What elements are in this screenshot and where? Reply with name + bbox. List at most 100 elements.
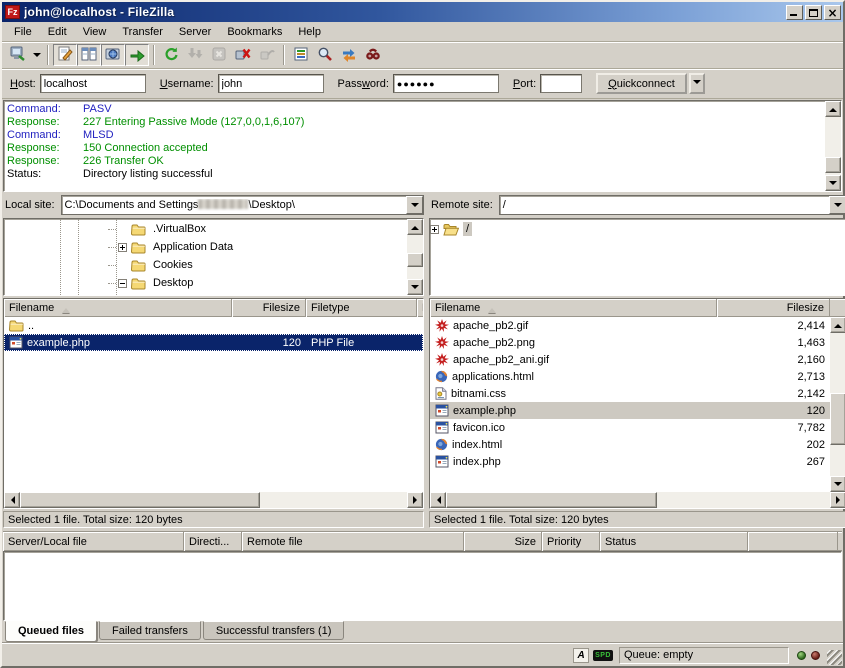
local-horizontal-scrollbar[interactable] xyxy=(4,492,423,508)
remote-path-combobox[interactable]: / xyxy=(499,195,845,215)
file-row-example-php[interactable]: example.php120PHP File1 xyxy=(4,334,423,351)
scroll-track[interactable] xyxy=(446,492,830,508)
queue-column-size[interactable]: Size xyxy=(464,532,542,551)
queue-column-directi[interactable]: Directi... xyxy=(184,532,242,551)
scroll-left-button[interactable] xyxy=(430,492,446,508)
expand-plus-icon[interactable] xyxy=(430,225,439,234)
scroll-right-button[interactable] xyxy=(407,492,423,508)
minimize-button[interactable] xyxy=(786,5,803,20)
directory-filters-button[interactable] xyxy=(289,44,313,66)
file-row-[interactable]: .. xyxy=(4,317,423,334)
site-manager-dropdown-button[interactable] xyxy=(30,44,43,66)
scroll-down-button[interactable] xyxy=(830,476,845,492)
scroll-track[interactable] xyxy=(830,333,845,476)
file-row-example-php[interactable]: example.php120 xyxy=(430,402,830,419)
scroll-thumb[interactable] xyxy=(830,393,845,445)
refresh-button[interactable] xyxy=(159,44,183,66)
tree-item-application-data[interactable]: Application Data xyxy=(4,238,407,256)
file-row-index-php[interactable]: index.php267 xyxy=(430,453,830,470)
column-header-filesize[interactable]: Filesize xyxy=(717,299,830,317)
scroll-up-button[interactable] xyxy=(407,219,423,235)
tree-item-cookies[interactable]: Cookies xyxy=(4,256,407,274)
scroll-thumb[interactable] xyxy=(825,157,841,173)
column-header-filename[interactable]: Filename xyxy=(4,299,232,317)
quickconnect-bar: Host: Username: Password: Port: Quickcon… xyxy=(2,69,843,99)
scroll-left-button[interactable] xyxy=(4,492,20,508)
menu-item-bookmarks[interactable]: Bookmarks xyxy=(219,24,290,40)
scroll-thumb[interactable] xyxy=(407,253,423,267)
toggle-message-log-button[interactable] xyxy=(53,44,77,66)
local-file-list: FilenameFilesizeFiletypeL ..example.php1… xyxy=(3,298,424,509)
menu-item-file[interactable]: File xyxy=(6,24,40,40)
find-files-button[interactable] xyxy=(361,44,385,66)
queue-column-status[interactable]: Status xyxy=(600,532,748,551)
menu-item-server[interactable]: Server xyxy=(171,24,219,40)
password-input[interactable] xyxy=(393,74,499,93)
toggle-remote-tree-button[interactable] xyxy=(101,44,125,66)
site-manager-button[interactable] xyxy=(6,44,30,66)
queue-column-priority[interactable]: Priority xyxy=(542,532,600,551)
message-log-scrollbar[interactable] xyxy=(825,101,841,191)
toolbar-separator xyxy=(283,45,285,65)
tree-item-desktop[interactable]: Desktop xyxy=(4,274,407,292)
menu-item-edit[interactable]: Edit xyxy=(40,24,75,40)
close-button[interactable]: × xyxy=(824,5,841,20)
directory-filters-icon xyxy=(293,46,309,65)
toggle-local-tree-button[interactable] xyxy=(77,44,101,66)
remote-path-dropdown-button[interactable] xyxy=(829,196,845,214)
column-header-filename[interactable]: Filename xyxy=(430,299,717,317)
scroll-track[interactable] xyxy=(407,235,423,279)
quickconnect-button[interactable]: Quickconnect xyxy=(596,73,687,94)
maximize-button[interactable] xyxy=(805,5,822,20)
port-input[interactable] xyxy=(540,74,582,93)
host-input[interactable] xyxy=(40,74,146,93)
scroll-down-button[interactable] xyxy=(825,175,841,191)
scroll-track[interactable] xyxy=(20,492,407,508)
username-input[interactable] xyxy=(218,74,324,93)
expand-plus-icon[interactable] xyxy=(118,243,127,252)
transfer-queue-body[interactable] xyxy=(3,551,842,621)
remote-horizontal-scrollbar[interactable] xyxy=(430,492,845,508)
scroll-up-button[interactable] xyxy=(825,101,841,117)
file-row-applications-html[interactable]: applications.html2,713 xyxy=(430,368,830,385)
queue-column-remote-file[interactable]: Remote file xyxy=(242,532,464,551)
tab-queued-files[interactable]: Queued files xyxy=(5,621,97,642)
scroll-track[interactable] xyxy=(825,117,841,175)
local-path-combobox[interactable]: C:\Documents and Settings\Desktop\ xyxy=(61,195,424,215)
scroll-down-button[interactable] xyxy=(407,279,423,295)
directory-comparison-button[interactable] xyxy=(313,44,337,66)
menu-item-transfer[interactable]: Transfer xyxy=(114,24,171,40)
remote-list-scrollbar[interactable] xyxy=(830,317,845,492)
column-header-filetype[interactable]: Filetype xyxy=(306,299,417,317)
scroll-right-button[interactable] xyxy=(830,492,845,508)
queue-column-server-local-file[interactable]: Server/Local file xyxy=(3,532,184,551)
scroll-up-button[interactable] xyxy=(830,317,845,333)
menu-item-view[interactable]: View xyxy=(75,24,115,40)
column-header-filesize[interactable]: Filesize xyxy=(232,299,306,317)
file-row-apache-pb2-ani-gif[interactable]: apache_pb2_ani.gif2,160 xyxy=(430,351,830,368)
file-row-bitnami-css[interactable]: bitnami.css2,142 xyxy=(430,385,830,402)
tab-successful-transfers-1[interactable]: Successful transfers (1) xyxy=(203,621,345,640)
scroll-thumb[interactable] xyxy=(20,492,260,508)
column-header-l[interactable]: L xyxy=(417,299,424,317)
disconnect-button[interactable] xyxy=(231,44,255,66)
file-row-favicon-ico[interactable]: favicon.ico7,782 xyxy=(430,419,830,436)
tree-item-[interactable]: / xyxy=(430,220,845,238)
tree-item-virtualbox[interactable]: .VirtualBox xyxy=(4,220,407,238)
log-entry: Status:Directory listing successful xyxy=(7,168,825,181)
collapse-minus-icon[interactable] xyxy=(118,279,127,288)
tab-failed-transfers[interactable]: Failed transfers xyxy=(99,621,201,640)
local-path-dropdown-button[interactable] xyxy=(406,196,423,214)
synchronized-browsing-button[interactable] xyxy=(337,44,361,66)
queue-column-empty[interactable] xyxy=(748,532,838,551)
file-row-apache-pb2-png[interactable]: apache_pb2.png1,463 xyxy=(430,334,830,351)
resize-grip[interactable] xyxy=(827,650,842,665)
quickconnect-dropdown-button[interactable] xyxy=(689,73,705,94)
file-row-index-html[interactable]: index.html202 xyxy=(430,436,830,453)
file-row-apache-pb2-gif[interactable]: apache_pb2.gif2,414 xyxy=(430,317,830,334)
scroll-thumb[interactable] xyxy=(446,492,657,508)
local-tree-scrollbar[interactable] xyxy=(407,219,423,295)
menu-item-help[interactable]: Help xyxy=(290,24,329,40)
toggle-transfer-queue-button[interactable] xyxy=(125,44,149,66)
file-cell: 202 xyxy=(717,436,830,453)
